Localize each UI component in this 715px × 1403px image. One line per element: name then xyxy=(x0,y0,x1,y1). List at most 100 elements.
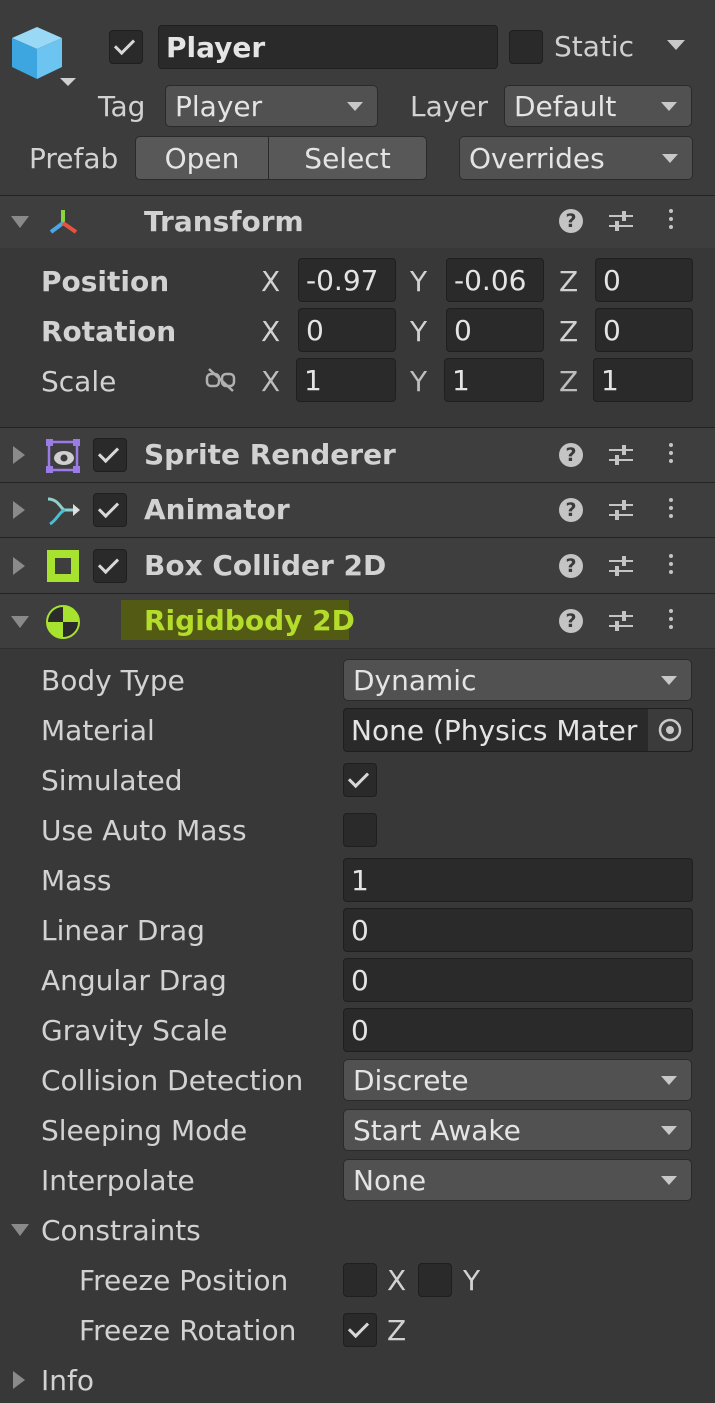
fold-arrow-icon[interactable] xyxy=(13,501,25,519)
box-collider-header[interactable]: Box Collider 2D ? xyxy=(0,537,715,594)
prefab-select-button[interactable]: Select xyxy=(268,136,427,180)
scale-z-label[interactable]: Z xyxy=(559,368,578,396)
active-toggle[interactable] xyxy=(109,30,143,64)
help-icon[interactable]: ? xyxy=(559,498,583,522)
help-icon[interactable]: ? xyxy=(559,443,583,467)
position-z-label[interactable]: Z xyxy=(559,268,578,296)
animator-icon xyxy=(45,494,81,532)
constrain-proportions-icon[interactable] xyxy=(205,367,237,397)
layer-dropdown[interactable]: Default xyxy=(504,85,692,127)
gravity-scale-field[interactable]: 0 xyxy=(343,1008,693,1052)
gravity-scale-label: Gravity Scale xyxy=(41,1014,228,1047)
scale-label: Scale xyxy=(41,365,117,398)
interpolate-dropdown[interactable]: None xyxy=(343,1159,692,1201)
tag-dropdown[interactable]: Player xyxy=(165,85,378,127)
info-fold-arrow-icon[interactable] xyxy=(13,1371,25,1389)
box-collider-icon xyxy=(47,550,79,586)
rigidbody-header[interactable]: Rigidbody 2D ? xyxy=(0,593,715,649)
help-icon[interactable]: ? xyxy=(559,554,583,578)
animator-enabled-checkbox[interactable] xyxy=(93,493,127,527)
kebab-menu-icon[interactable] xyxy=(669,554,673,578)
presets-icon[interactable] xyxy=(607,496,635,528)
rotation-x-label[interactable]: X xyxy=(261,318,280,346)
static-checkbox[interactable] xyxy=(509,30,543,64)
position-x-label[interactable]: X xyxy=(261,268,280,296)
constraints-fold-arrow-icon[interactable] xyxy=(11,1224,29,1236)
gameobject-header: Player Static Tag Player Layer Default P… xyxy=(0,0,715,195)
position-y-field[interactable]: -0.06 xyxy=(446,258,544,302)
scale-z-field[interactable]: 1 xyxy=(593,358,693,402)
angular-drag-label: Angular Drag xyxy=(41,964,227,997)
presets-icon[interactable] xyxy=(607,552,635,584)
chevron-down-icon xyxy=(347,102,363,111)
static-dropdown-arrow[interactable] xyxy=(667,40,685,50)
rotation-y-field[interactable]: 0 xyxy=(446,308,544,352)
rotation-y-label[interactable]: Y xyxy=(410,318,427,346)
interpolate-value: None xyxy=(353,1163,427,1197)
collision-detection-value: Discrete xyxy=(353,1063,469,1097)
sleeping-mode-dropdown[interactable]: Start Awake xyxy=(343,1109,692,1151)
scale-y-label[interactable]: Y xyxy=(410,368,427,396)
use-auto-mass-checkbox[interactable] xyxy=(343,813,377,847)
scale-x-field[interactable]: 1 xyxy=(296,358,396,402)
help-icon[interactable]: ? xyxy=(559,609,583,633)
simulated-label: Simulated xyxy=(41,764,183,797)
freeze-position-y-label: Y xyxy=(463,1264,481,1297)
use-auto-mass-label: Use Auto Mass xyxy=(41,814,247,847)
fold-arrow-icon[interactable] xyxy=(13,557,25,575)
transform-header[interactable]: Transform ? xyxy=(0,195,715,248)
scale-y-field[interactable]: 1 xyxy=(444,358,544,402)
chevron-down-icon xyxy=(661,1176,677,1185)
sprite-renderer-header[interactable]: Sprite Renderer ? xyxy=(0,427,715,483)
info-label[interactable]: Info xyxy=(41,1367,94,1395)
rotation-x-field[interactable]: 0 xyxy=(298,308,396,352)
kebab-menu-icon[interactable] xyxy=(669,609,673,633)
fold-arrow-icon[interactable] xyxy=(13,446,25,464)
presets-icon[interactable] xyxy=(607,607,635,639)
mass-field[interactable]: 1 xyxy=(343,858,693,902)
rotation-z-field[interactable]: 0 xyxy=(595,308,693,352)
rotation-z-label[interactable]: Z xyxy=(559,318,578,346)
presets-icon[interactable] xyxy=(607,441,635,473)
freeze-position-x-label: X xyxy=(387,1264,407,1297)
layer-dropdown-value: Default xyxy=(514,89,617,123)
freeze-rotation-z-checkbox[interactable] xyxy=(343,1313,377,1347)
collision-detection-dropdown[interactable]: Discrete xyxy=(343,1059,692,1101)
collision-detection-label: Collision Detection xyxy=(41,1064,304,1097)
constraints-label[interactable]: Constraints xyxy=(41,1217,201,1245)
body-type-label: Body Type xyxy=(41,664,185,697)
box-collider-title: Box Collider 2D xyxy=(144,549,387,582)
simulated-checkbox[interactable] xyxy=(343,763,377,797)
fold-arrow-icon[interactable] xyxy=(11,616,29,628)
box-collider-enabled-checkbox[interactable] xyxy=(93,549,127,583)
sleeping-mode-value: Start Awake xyxy=(353,1113,521,1147)
mass-label: Mass xyxy=(41,864,112,897)
freeze-position-label: Freeze Position xyxy=(79,1264,289,1297)
object-picker-icon[interactable] xyxy=(648,709,692,751)
kebab-menu-icon[interactable] xyxy=(669,498,673,522)
linear-drag-field[interactable]: 0 xyxy=(343,908,693,952)
angular-drag-field[interactable]: 0 xyxy=(343,958,693,1002)
position-x-field[interactable]: -0.97 xyxy=(298,258,396,302)
position-z-field[interactable]: 0 xyxy=(595,258,693,302)
kebab-menu-icon[interactable] xyxy=(669,209,673,233)
help-icon[interactable]: ? xyxy=(559,209,583,233)
position-y-label[interactable]: Y xyxy=(410,268,427,296)
chevron-down-icon xyxy=(662,154,678,163)
scale-x-label[interactable]: X xyxy=(261,368,280,396)
prefab-open-button[interactable]: Open xyxy=(135,136,269,180)
gameobject-name-field[interactable]: Player xyxy=(158,25,498,69)
body-type-dropdown[interactable]: Dynamic xyxy=(343,659,692,701)
material-field[interactable]: None (Physics Mater xyxy=(343,708,693,752)
kebab-menu-icon[interactable] xyxy=(669,443,673,467)
transform-icon xyxy=(46,206,80,242)
freeze-position-x-checkbox[interactable] xyxy=(343,1263,377,1297)
overrides-dropdown[interactable]: Overrides xyxy=(459,136,693,180)
presets-icon[interactable] xyxy=(607,207,635,239)
freeze-position-y-checkbox[interactable] xyxy=(418,1263,452,1297)
animator-header[interactable]: Animator ? xyxy=(0,482,715,538)
sprite-renderer-enabled-checkbox[interactable] xyxy=(93,438,127,472)
gameobject-cube-icon[interactable] xyxy=(10,25,80,95)
fold-arrow-icon[interactable] xyxy=(11,216,29,228)
animator-title: Animator xyxy=(144,493,290,526)
